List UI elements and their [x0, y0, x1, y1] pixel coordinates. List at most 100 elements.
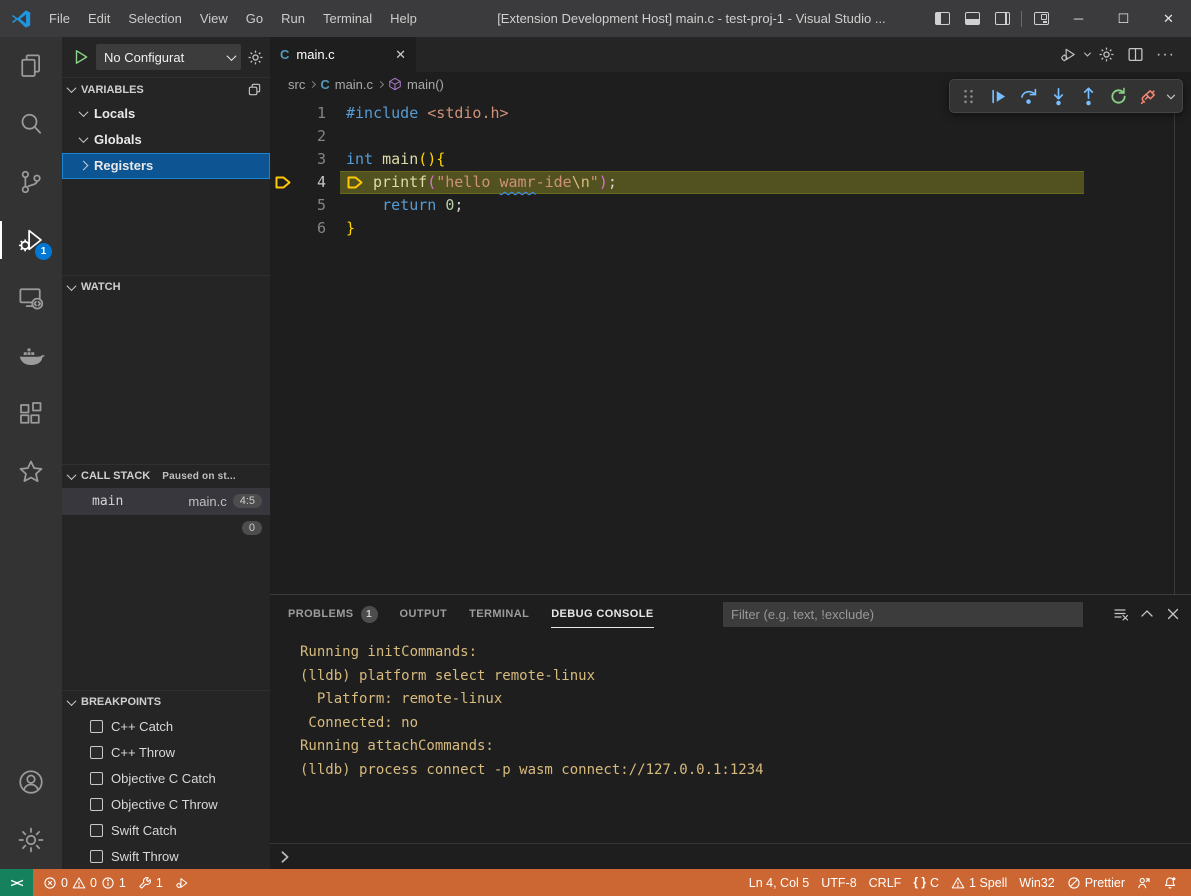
activity-explorer[interactable]: [0, 37, 62, 95]
menu-help[interactable]: Help: [381, 6, 426, 32]
minimize-icon[interactable]: ─: [1056, 0, 1101, 37]
variables-item-locals[interactable]: Locals: [62, 101, 270, 127]
variables-item-globals[interactable]: Globals: [62, 127, 270, 153]
step-out-icon[interactable]: [1074, 82, 1102, 110]
breakpoint-objective-c-throw[interactable]: Objective C Throw: [62, 791, 270, 817]
layout-secondary-sidebar-icon[interactable]: [987, 0, 1017, 37]
code-line-2[interactable]: 2: [270, 125, 1191, 148]
code-line-6[interactable]: 6}: [270, 217, 1191, 240]
section-header-watch[interactable]: WATCH: [62, 275, 270, 299]
checkbox-unchecked[interactable]: [90, 824, 103, 837]
collapse-all-icon[interactable]: [247, 82, 262, 97]
status-encoding[interactable]: UTF-8: [815, 869, 862, 896]
maximize-icon[interactable]: ☐: [1101, 0, 1146, 37]
menu-selection[interactable]: Selection: [119, 6, 190, 32]
menu-go[interactable]: Go: [237, 6, 272, 32]
debug-configuration-dropdown[interactable]: No Configurat: [96, 44, 241, 70]
panel-tab-output[interactable]: OUTPUT: [400, 595, 448, 633]
debug-console-output[interactable]: Running initCommands:(lldb) platform sel…: [270, 633, 1191, 843]
callstack-frame[interactable]: mainmain.c4:5: [62, 488, 270, 515]
checkbox-unchecked[interactable]: [90, 850, 103, 863]
breakpoint-objective-c-catch[interactable]: Objective C Catch: [62, 765, 270, 791]
status-tasks[interactable]: 1: [132, 869, 169, 896]
section-header-variables[interactable]: VARIABLES: [62, 77, 270, 101]
menu-file[interactable]: File: [40, 6, 79, 32]
code-line-4[interactable]: 4printf("hello wamr-ide\n");: [270, 171, 1191, 194]
activity-source-control[interactable]: [0, 153, 62, 211]
checkbox-unchecked[interactable]: [90, 746, 103, 759]
code-editor[interactable]: 1#include <stdio.h>23int main(){4printf(…: [270, 96, 1191, 594]
layout-panel-icon[interactable]: [957, 0, 987, 37]
more-actions-icon[interactable]: ···: [1152, 37, 1179, 72]
breadcrumb-symbol[interactable]: main(): [407, 77, 444, 92]
breakpoint-c-throw[interactable]: C++ Throw: [62, 739, 270, 765]
chevron-down-icon[interactable]: [1084, 50, 1091, 57]
menu-terminal[interactable]: Terminal: [314, 6, 381, 32]
close-panel-icon[interactable]: [1165, 606, 1181, 622]
debug-console-input[interactable]: [270, 843, 1191, 869]
breakpoint-c-catch[interactable]: C++ Catch: [62, 714, 270, 740]
split-editor-icon[interactable]: [1123, 37, 1148, 72]
grip-icon[interactable]: [954, 82, 982, 110]
continue-icon[interactable]: [984, 82, 1012, 110]
code-line-3[interactable]: 3int main(){: [270, 148, 1191, 171]
run-or-debug-icon[interactable]: [1056, 37, 1081, 72]
activity-extensions[interactable]: [0, 385, 62, 443]
frame-file: main.c: [188, 494, 226, 509]
activity-favorites[interactable]: [0, 443, 62, 501]
status-platform[interactable]: Win32: [1013, 869, 1060, 896]
activity-search[interactable]: [0, 95, 62, 153]
variables-item-registers[interactable]: Registers: [62, 153, 270, 179]
breakpoint-swift-catch[interactable]: Swift Catch: [62, 817, 270, 843]
menu-edit[interactable]: Edit: [79, 6, 119, 32]
debug-settings-gear-icon[interactable]: [247, 49, 264, 66]
tab-close-icon[interactable]: ✕: [395, 47, 406, 63]
checkbox-unchecked[interactable]: [90, 772, 103, 785]
status-debug-console[interactable]: [169, 869, 195, 896]
status-language-mode[interactable]: { }C: [907, 869, 945, 896]
customize-layout-icon[interactable]: [1026, 0, 1056, 37]
start-debug-icon[interactable]: [72, 48, 90, 66]
settings-gear-icon[interactable]: [1094, 37, 1119, 72]
close-icon[interactable]: ✕: [1146, 0, 1191, 37]
tab-main-c[interactable]: C main.c ✕: [270, 37, 416, 72]
status-formatter[interactable]: Prettier: [1061, 869, 1131, 896]
menu-view[interactable]: View: [191, 6, 237, 32]
status-eol[interactable]: CRLF: [863, 869, 908, 896]
status-feedback[interactable]: [1131, 869, 1157, 896]
remote-indicator[interactable]: ><: [0, 869, 33, 896]
panel-tab-debug-console[interactable]: DEBUG CONSOLE: [551, 595, 653, 633]
layout-sidebar-icon[interactable]: [927, 0, 957, 37]
clear-console-icon[interactable]: [1113, 606, 1129, 622]
code-line-5[interactable]: 5 return 0;: [270, 194, 1191, 217]
disconnect-icon[interactable]: [1134, 82, 1162, 110]
maximize-panel-icon[interactable]: [1139, 606, 1155, 622]
console-filter-input[interactable]: [723, 602, 1083, 627]
section-header-breakpoints[interactable]: BREAKPOINTS: [62, 690, 270, 714]
vscode-window: FileEditSelectionViewGoRunTerminalHelp […: [0, 0, 1191, 896]
activity-accounts[interactable]: [0, 753, 62, 811]
section-header-call-stack[interactable]: CALL STACKPaused on st...: [62, 464, 270, 488]
status-problems[interactable]: 001: [37, 869, 132, 896]
activity-settings[interactable]: [0, 811, 62, 869]
panel-tab-problems[interactable]: PROBLEMS1: [288, 595, 378, 633]
status-cursor-position[interactable]: Ln 4, Col 5: [743, 869, 815, 896]
checkbox-unchecked[interactable]: [90, 720, 103, 733]
chevron-down-icon[interactable]: [1164, 82, 1178, 110]
console-line: Platform: remote-linux: [300, 688, 1191, 712]
step-into-icon[interactable]: [1044, 82, 1072, 110]
step-over-icon[interactable]: [1014, 82, 1042, 110]
activity-run-and-debug[interactable]: 1: [0, 211, 62, 269]
status-spell-checker[interactable]: 1 Spell: [945, 869, 1013, 896]
activity-docker[interactable]: [0, 327, 62, 385]
menu-run[interactable]: Run: [272, 6, 314, 32]
activity-remote-explorer[interactable]: [0, 269, 62, 327]
panel-tab-terminal[interactable]: TERMINAL: [469, 595, 529, 633]
breadcrumb-folder[interactable]: src: [288, 77, 305, 92]
restart-icon[interactable]: [1104, 82, 1132, 110]
checkbox-unchecked[interactable]: [90, 798, 103, 811]
breadcrumb-file[interactable]: main.c: [335, 77, 373, 92]
status-notifications[interactable]: [1157, 869, 1183, 896]
console-line: Connected: no: [300, 712, 1191, 736]
breakpoint-swift-throw[interactable]: Swift Throw: [62, 843, 270, 869]
